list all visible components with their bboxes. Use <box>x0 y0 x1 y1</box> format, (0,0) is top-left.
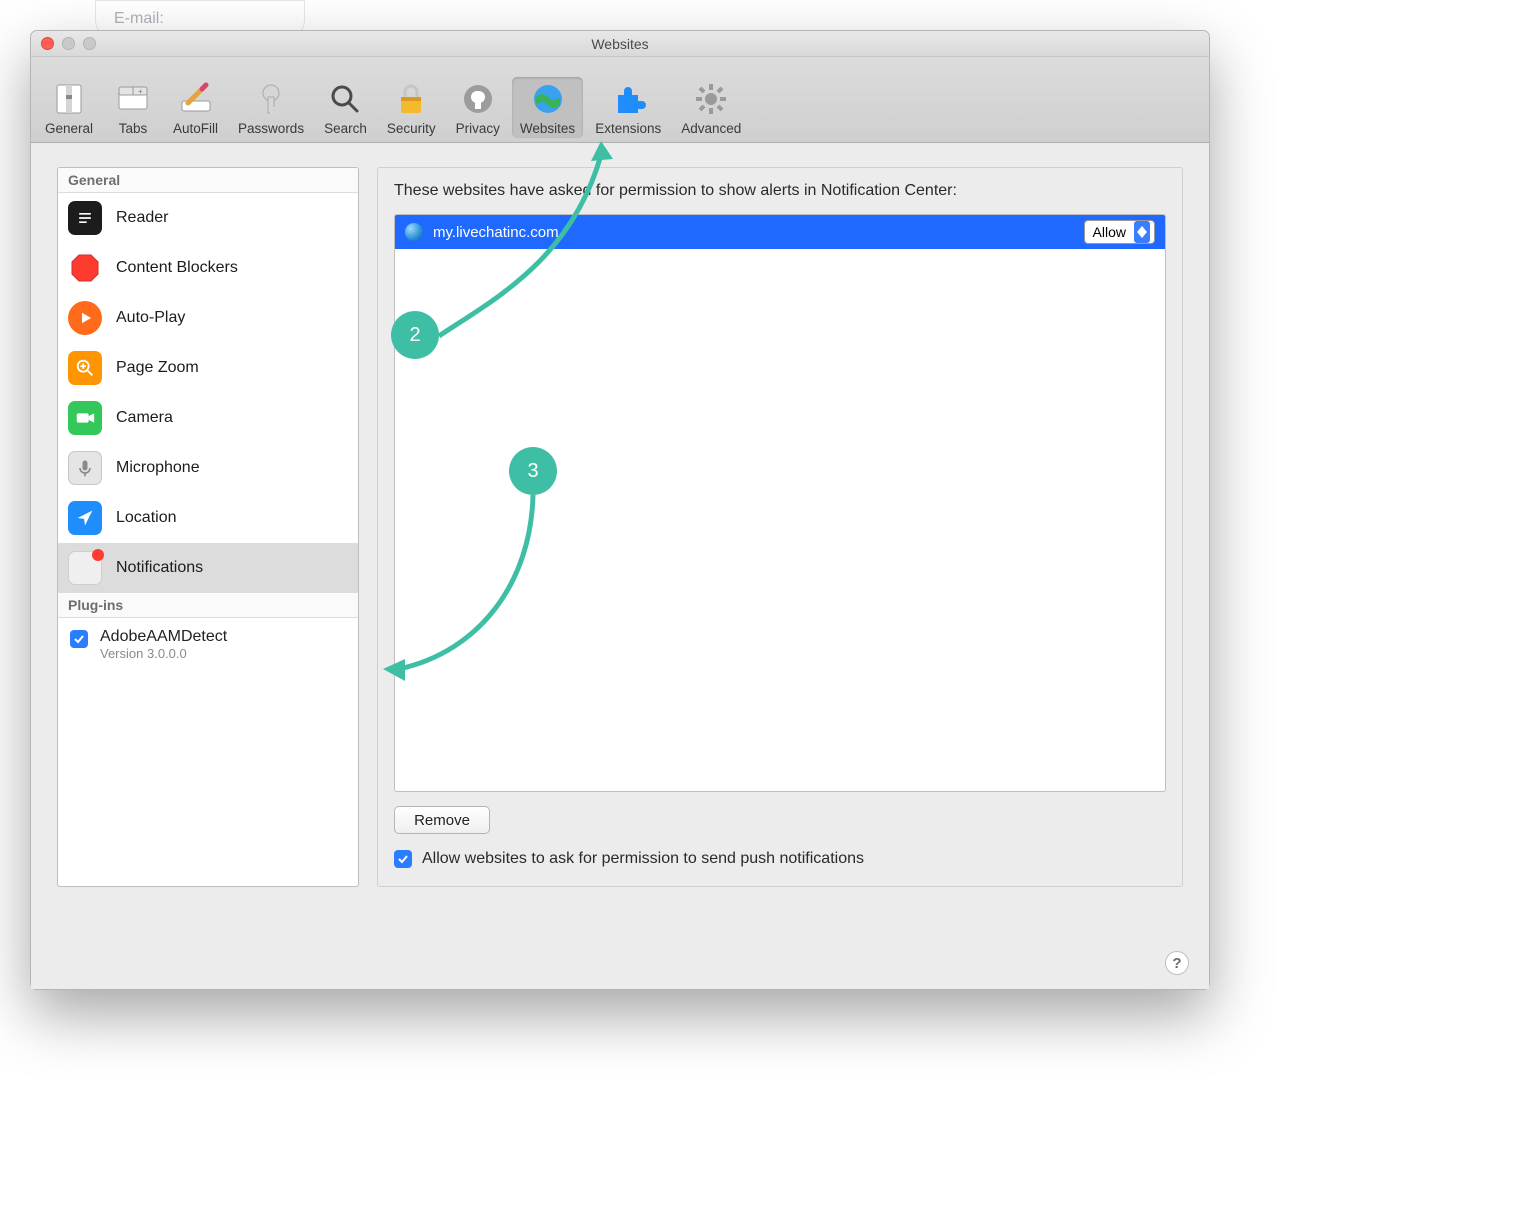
titlebar: Websites <box>31 31 1209 57</box>
microphone-icon <box>68 451 102 485</box>
search-icon <box>327 81 363 117</box>
sidebar-item-label: Content Blockers <box>116 259 238 277</box>
advanced-icon <box>693 81 729 117</box>
sidebar: General Reader Content Blockers <box>57 167 359 887</box>
tab-label: Security <box>387 121 436 136</box>
permission-value: Allow <box>1093 224 1126 240</box>
tab-label: Websites <box>520 121 575 136</box>
tab-websites[interactable]: Websites <box>512 77 583 138</box>
main-prompt: These websites have asked for permission… <box>394 182 1166 200</box>
sidebar-item-label: Camera <box>116 409 173 427</box>
permission-select[interactable]: Allow <box>1084 220 1155 244</box>
tabs-icon: + <box>115 81 151 117</box>
sidebar-item-label: Auto-Play <box>116 309 185 327</box>
site-list: my.livechatinc.com Allow <box>394 214 1166 792</box>
tab-autofill[interactable]: AutoFill <box>165 77 226 138</box>
passwords-icon <box>253 81 289 117</box>
websites-icon <box>530 81 566 117</box>
tab-label: Extensions <box>595 121 661 136</box>
toolbar: General + Tabs AutoFill Passwords Search <box>31 57 1209 143</box>
close-icon[interactable] <box>41 37 54 50</box>
notifications-icon <box>68 551 102 585</box>
sidebar-item-autoplay[interactable]: Auto-Play <box>58 293 358 343</box>
reader-icon <box>68 201 102 235</box>
privacy-icon <box>460 81 496 117</box>
main-panel: These websites have asked for permission… <box>377 167 1183 887</box>
tab-security[interactable]: Security <box>379 77 444 138</box>
globe-icon <box>405 223 423 241</box>
plugin-version: Version 3.0.0.0 <box>100 646 227 661</box>
callout-step-3: 3 <box>509 447 557 495</box>
tab-tabs[interactable]: + Tabs <box>105 77 161 138</box>
maximize-icon[interactable] <box>83 37 96 50</box>
sidebar-section-general: General <box>58 168 358 193</box>
tab-label: Search <box>324 121 367 136</box>
window-controls <box>41 37 96 50</box>
window-title: Websites <box>591 36 648 52</box>
tab-label: Advanced <box>681 121 741 136</box>
tab-label: Privacy <box>456 121 500 136</box>
tab-advanced[interactable]: Advanced <box>673 77 749 138</box>
security-icon <box>393 81 429 117</box>
plugin-name: AdobeAAMDetect <box>100 628 227 646</box>
content-blockers-icon <box>68 251 102 285</box>
sidebar-item-notifications[interactable]: Notifications <box>58 543 358 593</box>
minimize-icon[interactable] <box>62 37 75 50</box>
sidebar-item-location[interactable]: Location <box>58 493 358 543</box>
footer-checkbox-row[interactable]: Allow websites to ask for permission to … <box>394 850 1166 868</box>
footer-checkbox[interactable] <box>394 850 412 868</box>
plugin-row[interactable]: AdobeAAMDetect Version 3.0.0.0 <box>58 618 358 671</box>
sidebar-item-label: Location <box>116 509 177 527</box>
sidebar-item-reader[interactable]: Reader <box>58 193 358 243</box>
sidebar-section-plugins: Plug-ins <box>58 593 358 618</box>
location-icon <box>68 501 102 535</box>
plugin-checkbox[interactable] <box>70 630 88 648</box>
select-stepper-icon <box>1134 221 1150 243</box>
content-area: General Reader Content Blockers <box>31 143 1209 989</box>
autoplay-icon <box>68 301 102 335</box>
tab-label: AutoFill <box>173 121 218 136</box>
sidebar-item-label: Microphone <box>116 459 200 477</box>
site-row[interactable]: my.livechatinc.com Allow <box>395 215 1165 249</box>
tab-passwords[interactable]: Passwords <box>230 77 312 138</box>
tab-label: Passwords <box>238 121 304 136</box>
tab-search[interactable]: Search <box>316 77 375 138</box>
tab-privacy[interactable]: Privacy <box>448 77 508 138</box>
footer-checkbox-label: Allow websites to ask for permission to … <box>422 850 864 868</box>
sidebar-item-label: Reader <box>116 209 168 227</box>
sidebar-item-label: Page Zoom <box>116 359 199 377</box>
autofill-icon <box>178 81 214 117</box>
sidebar-item-camera[interactable]: Camera <box>58 393 358 443</box>
svg-text:+: + <box>138 87 143 96</box>
callout-step-2: 2 <box>391 311 439 359</box>
sidebar-item-label: Notifications <box>116 559 203 577</box>
extensions-icon <box>610 81 646 117</box>
remove-button[interactable]: Remove <box>394 806 490 834</box>
tab-label: Tabs <box>119 121 148 136</box>
sidebar-item-page-zoom[interactable]: Page Zoom <box>58 343 358 393</box>
general-icon <box>51 81 87 117</box>
sidebar-item-content-blockers[interactable]: Content Blockers <box>58 243 358 293</box>
page-zoom-icon <box>68 351 102 385</box>
tab-label: General <box>45 121 93 136</box>
camera-icon <box>68 401 102 435</box>
sidebar-item-microphone[interactable]: Microphone <box>58 443 358 493</box>
site-domain: my.livechatinc.com <box>433 224 559 241</box>
tab-general[interactable]: General <box>37 77 101 138</box>
help-button[interactable]: ? <box>1165 951 1189 975</box>
preferences-window: Websites General + Tabs AutoFill Passwor <box>30 30 1210 990</box>
tab-extensions[interactable]: Extensions <box>587 77 669 138</box>
